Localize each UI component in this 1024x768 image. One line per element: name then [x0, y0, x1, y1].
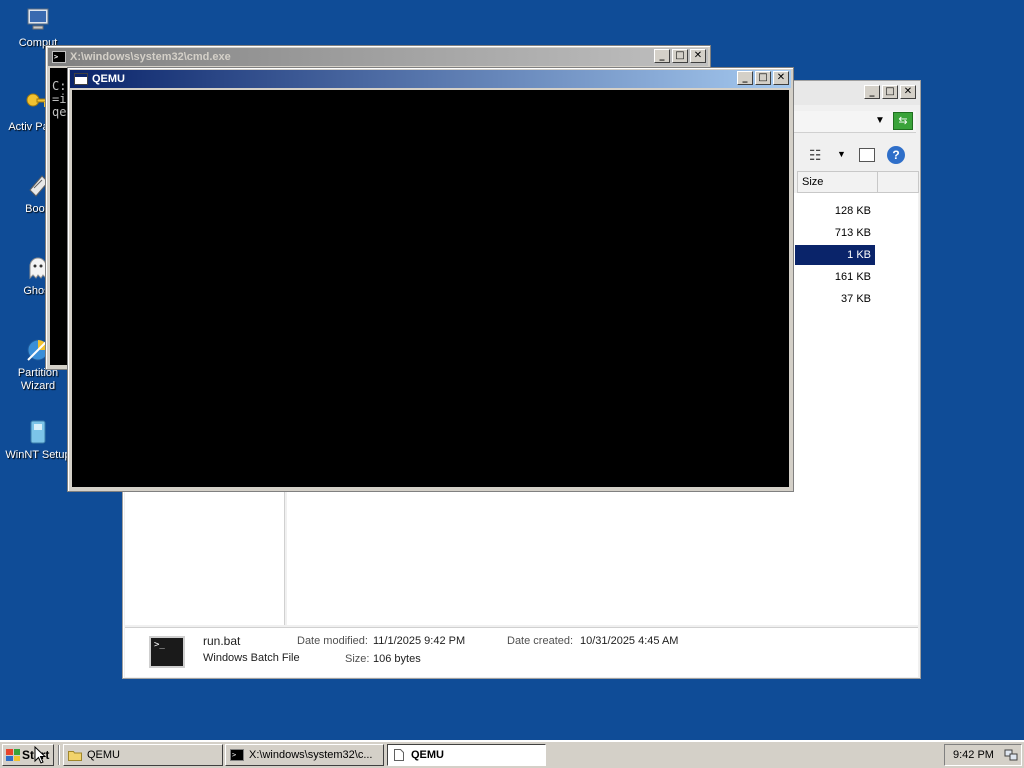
document-icon	[394, 749, 404, 761]
details-size-value: 106 bytes	[373, 653, 421, 665]
system-tray: 9:42 PM	[944, 744, 1022, 766]
close-button[interactable]: ✕	[773, 71, 789, 85]
start-button[interactable]: Start	[2, 744, 54, 766]
file-size-cell[interactable]: 713 KB	[795, 223, 875, 243]
svg-text:>: >	[232, 751, 236, 759]
taskbar-button-label: QEMU	[87, 749, 120, 761]
column-header-size[interactable]: Size	[798, 172, 878, 192]
maximize-button[interactable]: □	[755, 71, 771, 85]
file-size-cell[interactable]: 128 KB	[795, 201, 875, 221]
taskbar-button-qemu-folder[interactable]: QEMU	[63, 744, 223, 766]
desktop-icon-label: WinNT Setup	[5, 449, 71, 461]
taskbar-button-label: QEMU	[411, 749, 444, 761]
clock[interactable]: 9:42 PM	[953, 749, 994, 761]
details-created-value: 10/31/2025 4:45 AM	[580, 635, 679, 647]
refresh-icon[interactable]: ⇆	[893, 112, 913, 130]
chevron-down-icon[interactable]: ▼	[837, 149, 846, 159]
qemu-titlebar[interactable]: QEMU _ □ ✕	[70, 70, 791, 88]
help-icon[interactable]: ?	[887, 146, 905, 164]
close-button[interactable]: ✕	[690, 49, 706, 63]
close-button[interactable]: ✕	[900, 85, 916, 99]
details-modified-value: 11/1/2025 9:42 PM	[373, 635, 466, 647]
taskbar: Start QEMU > X:\windows\system32\c... QE…	[0, 740, 1024, 768]
folder-icon	[68, 751, 82, 761]
file-size-cell-selected[interactable]: 1 KB	[795, 245, 875, 265]
minimize-button[interactable]: _	[654, 49, 670, 63]
maximize-button[interactable]: □	[882, 85, 898, 99]
taskbar-button-qemu[interactable]: QEMU	[387, 744, 546, 766]
cmd-caption-buttons: _ □ ✕	[654, 49, 706, 63]
windows-flag-icon	[6, 749, 20, 761]
network-icon[interactable]	[1004, 748, 1018, 762]
cmd-window-title: X:\windows\system32\cmd.exe	[70, 51, 231, 63]
mouse-pointer-icon	[34, 746, 46, 764]
file-size-cell[interactable]: 161 KB	[795, 267, 875, 287]
view-options-icon[interactable]: ☷	[809, 147, 822, 164]
chevron-down-icon[interactable]: ▼	[875, 115, 885, 126]
qemu-window-title: QEMU	[92, 73, 125, 85]
svg-text:>: >	[54, 53, 58, 61]
details-created-label: Date created:	[507, 635, 574, 647]
address-bar[interactable]: ▼ ⇆	[793, 111, 916, 133]
taskbar-button-cmd[interactable]: > X:\windows\system32\c...	[225, 744, 384, 766]
desktop-icon-computer[interactable]: Comput	[1, 6, 75, 50]
console-icon: >	[52, 51, 66, 63]
computer-icon	[27, 8, 49, 30]
desktop-icon-label: Partition Wizard	[17, 367, 59, 392]
preview-pane-icon[interactable]	[859, 148, 875, 162]
minimize-button[interactable]: _	[864, 85, 880, 99]
batch-file-icon: >_	[149, 636, 185, 668]
qemu-display[interactable]	[72, 90, 789, 487]
file-size-cell[interactable]: 37 KB	[795, 289, 875, 309]
column-header-row: Size	[797, 171, 919, 193]
application-icon	[74, 73, 88, 85]
desktop-icon-winnt-setup[interactable]: WinNT Setup	[1, 418, 75, 462]
taskbar-button-label: X:\windows\system32\c...	[249, 749, 373, 761]
details-file-name: run.bat	[203, 634, 241, 648]
cmd-titlebar[interactable]: > X:\windows\system32\cmd.exe _ □ ✕	[48, 48, 708, 66]
taskbar-separator	[58, 745, 60, 765]
maximize-button[interactable]: □	[672, 49, 688, 63]
explorer-caption-buttons: _ □ ✕	[864, 85, 916, 99]
explorer-toolbar: ☷ ▼ ?	[793, 143, 916, 169]
details-modified-label: Date modified:	[297, 635, 368, 647]
minimize-button[interactable]: _	[737, 71, 753, 85]
details-pane: >_ run.bat Windows Batch File Date modif…	[125, 627, 918, 677]
details-file-type: Windows Batch File	[203, 652, 300, 664]
console-icon: >	[230, 749, 244, 761]
setup-icon	[30, 420, 46, 444]
qemu-caption-buttons: _ □ ✕	[737, 71, 789, 85]
details-size-label: Size:	[345, 653, 370, 665]
qemu-window[interactable]: QEMU _ □ ✕	[67, 67, 794, 492]
